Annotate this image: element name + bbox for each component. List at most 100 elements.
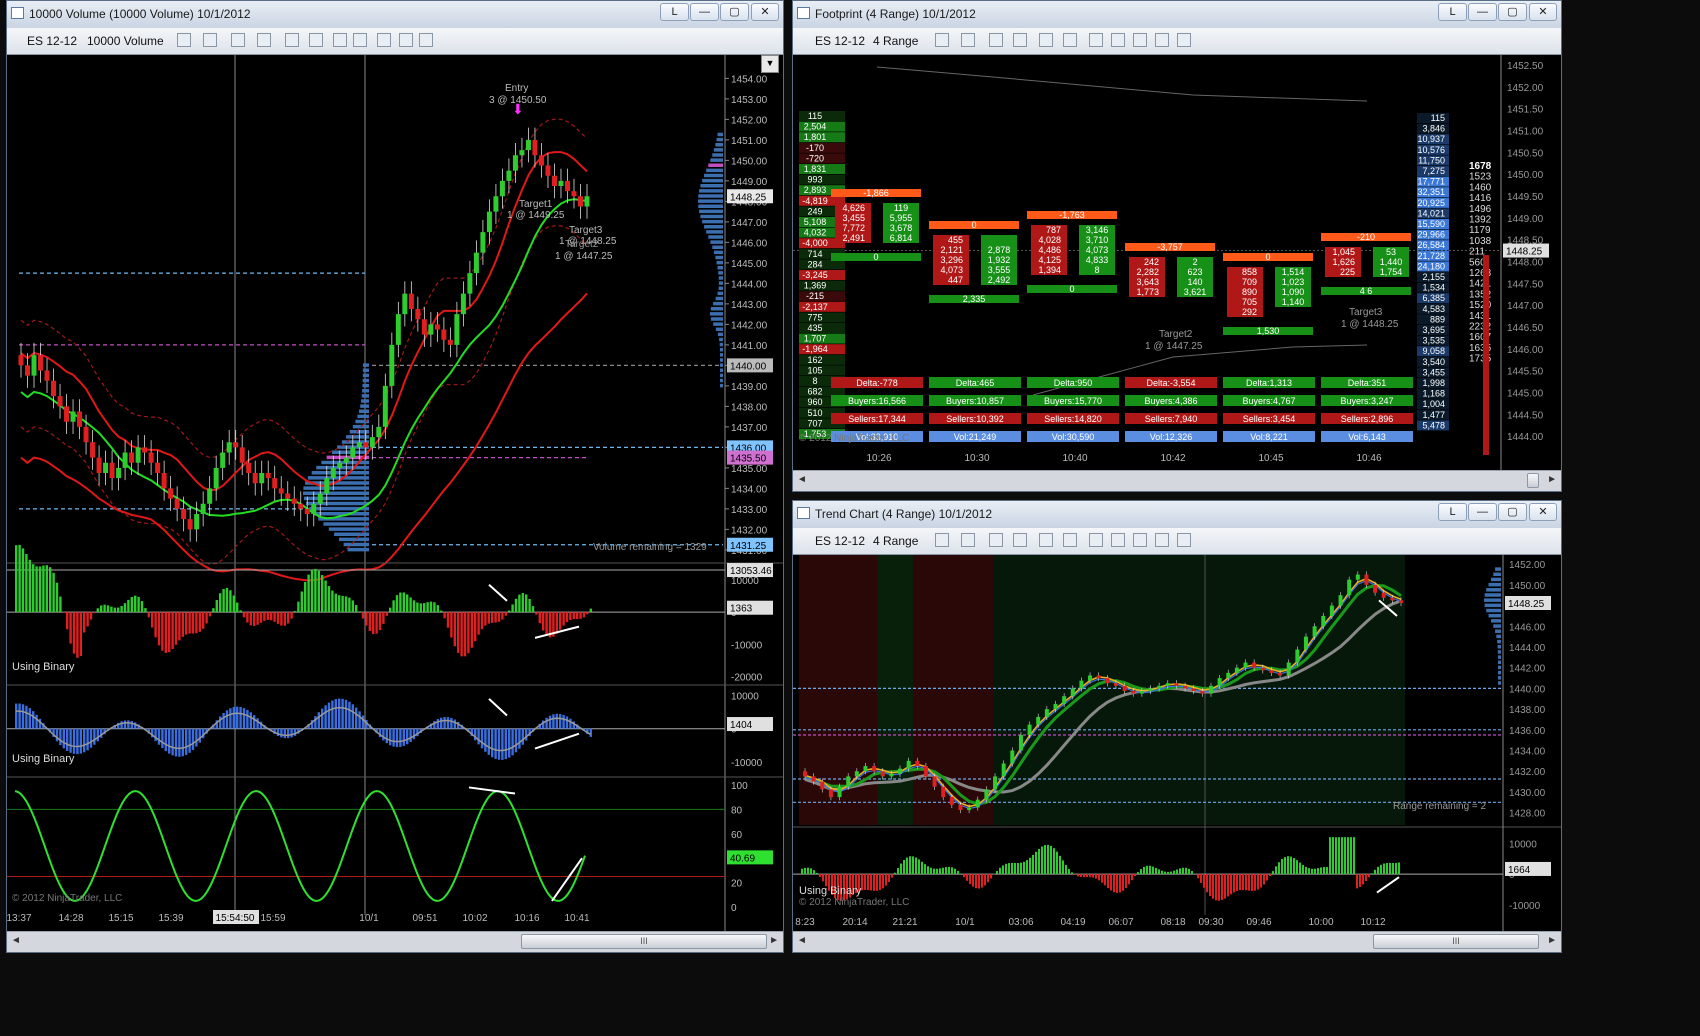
left-scrollbar[interactable]: ◄ III ► — [7, 931, 783, 952]
properties-icon[interactable] — [1177, 533, 1191, 547]
pencil-icon[interactable] — [961, 533, 975, 547]
trend-plot-area[interactable]: 1452.001450.001448.001446.001444.001442.… — [793, 555, 1561, 932]
period-selector[interactable]: 4 Range — [873, 534, 918, 548]
last-price-tag: 1448.25 — [1506, 247, 1543, 258]
fp-bottom-delta: 0 — [873, 252, 878, 262]
crosshair-icon[interactable] — [285, 33, 299, 47]
profile-value: 1416 — [1469, 193, 1492, 204]
osc1-bar — [327, 586, 331, 613]
trend-titlebar[interactable]: Trend Chart (4 Range) 10/1/2012 L — ▢ ✕ — [793, 501, 1561, 529]
order-entry-icon[interactable] — [1089, 33, 1103, 47]
osc-bar — [1386, 862, 1388, 875]
link-button[interactable]: L — [1438, 3, 1467, 21]
bar-type-icon[interactable] — [177, 33, 191, 47]
period-selector[interactable]: 4 Range — [873, 34, 918, 48]
template-icon[interactable] — [1155, 33, 1169, 47]
scroll-left-arrow[interactable]: ◄ — [797, 474, 807, 485]
osc1-tag: 13053.46 — [730, 566, 772, 577]
data-box-icon[interactable] — [1063, 33, 1077, 47]
close-button[interactable]: ✕ — [751, 3, 779, 21]
template-icon[interactable] — [1155, 533, 1169, 547]
close-button[interactable]: ✕ — [1529, 503, 1557, 521]
scroll-thumb[interactable] — [1527, 473, 1539, 488]
candle-body — [200, 503, 206, 514]
strategy-icon[interactable] — [353, 33, 367, 47]
zoom-out-icon[interactable] — [1013, 33, 1027, 47]
osc2-bar — [514, 728, 518, 753]
footprint-scrollbar[interactable]: ◄ ► — [793, 470, 1561, 491]
bar-type-icon[interactable] — [935, 33, 949, 47]
left-ladder-value: 1,801 — [804, 132, 827, 142]
instrument-selector[interactable]: ES 12-12 — [27, 34, 77, 48]
link-button[interactable]: L — [1438, 503, 1467, 521]
scroll-right-arrow[interactable]: ► — [1547, 935, 1557, 946]
chart-dropdown-button[interactable]: ▼ — [761, 55, 779, 73]
osc1-bar — [409, 597, 412, 613]
pencil-icon[interactable] — [203, 33, 217, 47]
minimize-button[interactable]: — — [1468, 3, 1497, 21]
price-tag: 1431.25 — [730, 541, 767, 552]
osc1-bar — [378, 612, 382, 631]
scroll-thumb[interactable]: III — [521, 934, 767, 949]
candle-body — [863, 766, 868, 772]
crosshair-icon[interactable] — [1039, 533, 1053, 547]
osc1-bar — [331, 590, 334, 613]
maximize-button[interactable]: ▢ — [720, 3, 749, 21]
osc-tick: 10000 — [1509, 839, 1537, 850]
zoom-in-icon[interactable] — [989, 533, 1003, 547]
indicator-icon[interactable] — [1133, 533, 1147, 547]
maximize-button[interactable]: ▢ — [1498, 3, 1527, 21]
indicator-icon[interactable] — [1133, 33, 1147, 47]
osc-bar — [1107, 874, 1109, 889]
osc1-bar — [100, 605, 103, 613]
scroll-left-arrow[interactable]: ◄ — [11, 935, 21, 946]
data-box-icon[interactable] — [309, 33, 323, 47]
close-button[interactable]: ✕ — [1529, 3, 1557, 21]
candle-body — [454, 314, 460, 345]
period-selector[interactable]: 10000 Volume — [87, 34, 164, 48]
crosshair-icon[interactable] — [1039, 33, 1053, 47]
fp-sell-value: 705 — [1242, 297, 1257, 307]
scroll-thumb[interactable]: III — [1373, 934, 1539, 949]
properties-icon[interactable] — [1177, 33, 1191, 47]
zoom-in-icon[interactable] — [231, 33, 245, 47]
scroll-right-arrow[interactable]: ► — [1547, 474, 1557, 485]
template-icon[interactable] — [399, 33, 413, 47]
link-button[interactable]: L — [660, 3, 689, 21]
osc1-bar — [21, 548, 25, 613]
maximize-button[interactable]: ▢ — [1498, 503, 1527, 521]
minimize-button[interactable]: — — [690, 3, 719, 21]
left-titlebar[interactable]: 10000 Volume (10000 Volume) 10/1/2012 L … — [7, 1, 783, 29]
candle-body — [1027, 724, 1032, 735]
minimize-button[interactable]: — — [1468, 503, 1497, 521]
pencil-icon[interactable] — [961, 33, 975, 47]
candle-body — [1183, 685, 1188, 689]
footprint-plot-area[interactable]: 1452.50 1452.00 1451.50 1451.00 1450.50 1450.… — [793, 55, 1561, 471]
left-ladder-value: 1,707 — [804, 334, 827, 344]
strategy-icon[interactable] — [1111, 33, 1125, 47]
trend-scrollbar[interactable]: ◄ III ► — [793, 931, 1561, 952]
candle-body — [220, 452, 226, 468]
zoom-out-icon[interactable] — [1013, 533, 1027, 547]
data-box-icon[interactable] — [1063, 533, 1077, 547]
osc-bar — [1323, 866, 1325, 875]
instrument-selector[interactable]: ES 12-12 — [815, 534, 865, 548]
footprint-titlebar[interactable]: Footprint (4 Range) 10/1/2012 L — ▢ ✕ — [793, 1, 1561, 29]
instrument-selector[interactable]: ES 12-12 — [815, 34, 865, 48]
scroll-left-arrow[interactable]: ◄ — [797, 935, 807, 946]
bar-type-icon[interactable] — [935, 533, 949, 547]
indicator-icon[interactable] — [377, 33, 391, 47]
left-ladder-value: 1,369 — [804, 281, 827, 291]
osc1-bar — [232, 595, 235, 613]
zoom-out-icon[interactable] — [257, 33, 271, 47]
left-plot-area[interactable]: 1454.00 1453.00 1452.00 1451.00 1450.00 1449.… — [7, 55, 783, 933]
strategy-icon[interactable] — [1111, 533, 1125, 547]
order-entry-icon[interactable] — [333, 33, 347, 47]
scroll-right-arrow[interactable]: ► — [769, 935, 779, 946]
zoom-in-icon[interactable] — [989, 33, 1003, 47]
properties-icon[interactable] — [419, 33, 433, 47]
osc-bar — [1131, 874, 1133, 881]
osc2-bar — [569, 718, 572, 729]
fp-buy-value: 119 — [894, 203, 908, 213]
order-entry-icon[interactable] — [1089, 533, 1103, 547]
